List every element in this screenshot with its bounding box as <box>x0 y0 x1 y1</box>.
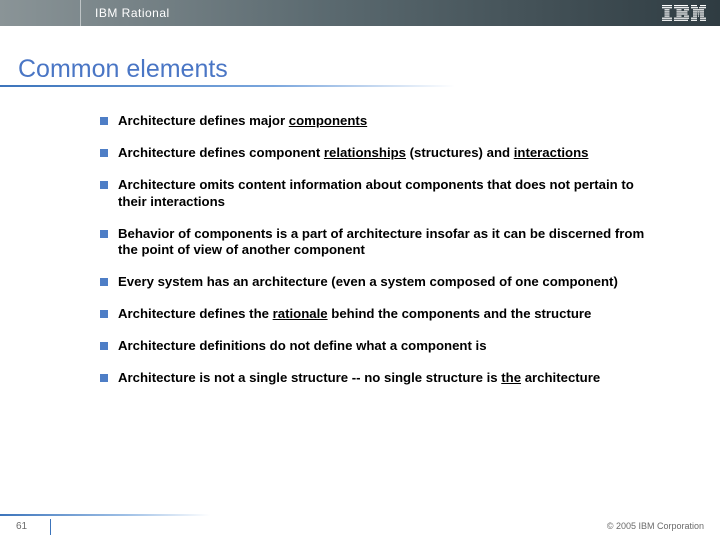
accent-rule-bottom <box>0 514 210 516</box>
list-item: Behavior of components is a part of arch… <box>100 226 655 260</box>
bullet-list: Architecture defines major components Ar… <box>100 113 655 402</box>
list-item: Architecture defines major components <box>100 113 655 130</box>
bullet-icon <box>100 310 108 318</box>
list-item: Architecture definitions do not define w… <box>100 338 655 355</box>
bullet-icon <box>100 278 108 286</box>
copyright: © 2005 IBM Corporation <box>607 521 704 531</box>
bullet-icon <box>100 117 108 125</box>
list-item: Architecture omits content information a… <box>100 177 655 211</box>
slide-title: Common elements <box>18 55 228 84</box>
bullet-icon <box>100 149 108 157</box>
bullet-icon <box>100 230 108 238</box>
list-item: Architecture defines component relations… <box>100 145 655 162</box>
accent-rule-top <box>0 85 455 87</box>
bullet-icon <box>100 342 108 350</box>
banner: IBM Rational <box>0 0 720 26</box>
bullet-icon <box>100 181 108 189</box>
footer: 61 © 2005 IBM Corporation <box>0 514 720 540</box>
page-number: 61 <box>16 521 27 532</box>
footer-divider <box>50 519 51 535</box>
ibm-logo-icon <box>662 5 706 21</box>
bullet-icon <box>100 374 108 382</box>
product-name: IBM Rational <box>0 6 170 20</box>
banner-divider <box>80 0 81 26</box>
list-item: Every system has an architecture (even a… <box>100 274 655 291</box>
list-item: Architecture defines the rationale behin… <box>100 306 655 323</box>
list-item: Architecture is not a single structure -… <box>100 370 655 387</box>
